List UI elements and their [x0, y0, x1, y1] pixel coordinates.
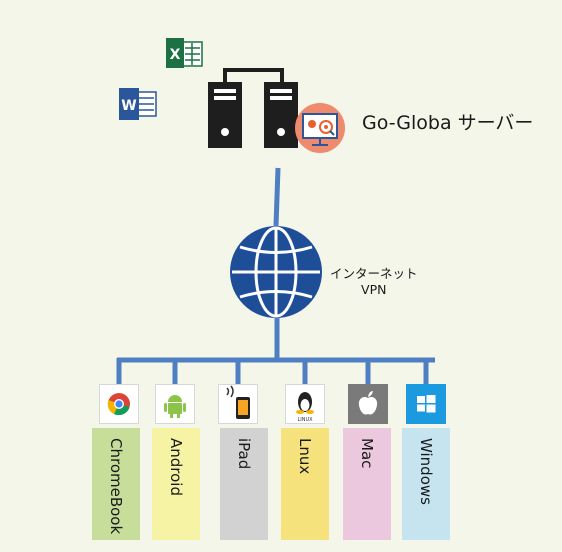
device-ipad: iPad	[220, 428, 268, 540]
device-label: Windows	[417, 438, 435, 505]
device-label: ChromeBook	[107, 438, 125, 535]
device-label: Android	[167, 438, 185, 496]
network-label-line2: VPN	[361, 282, 387, 297]
svg-text:LINUX: LINUX	[297, 417, 313, 423]
device-label: iPad	[235, 438, 253, 470]
server-icon	[208, 68, 298, 148]
network-diagram: X W Go-Globa サーバー インターネット VPN LINUX Chro…	[0, 0, 562, 552]
android-icon	[155, 384, 195, 424]
linux-tux-icon: LINUX	[285, 384, 325, 424]
server-label: Go-Globa サーバー	[362, 112, 534, 134]
svg-text:X: X	[170, 47, 181, 63]
network-label-line1: インターネット	[330, 266, 418, 281]
device-chromebook: ChromeBook	[92, 428, 140, 540]
excel-icon: X	[166, 38, 203, 68]
monitoring-badge-icon	[295, 103, 345, 153]
ipad-icon	[218, 384, 258, 424]
device-windows: Windows	[402, 428, 450, 540]
device-android: Android	[152, 428, 200, 540]
device-linux: Lnux	[281, 428, 329, 540]
word-icon: W	[119, 88, 157, 120]
globe-icon	[230, 226, 322, 318]
svg-text:W: W	[121, 98, 136, 114]
apple-icon	[348, 384, 388, 424]
device-label: Mac	[358, 438, 376, 469]
chrome-icon	[99, 384, 139, 424]
network-label: インターネット VPN	[330, 266, 418, 298]
device-label: Lnux	[296, 438, 314, 475]
windows-icon	[406, 384, 446, 424]
device-mac: Mac	[343, 428, 391, 540]
